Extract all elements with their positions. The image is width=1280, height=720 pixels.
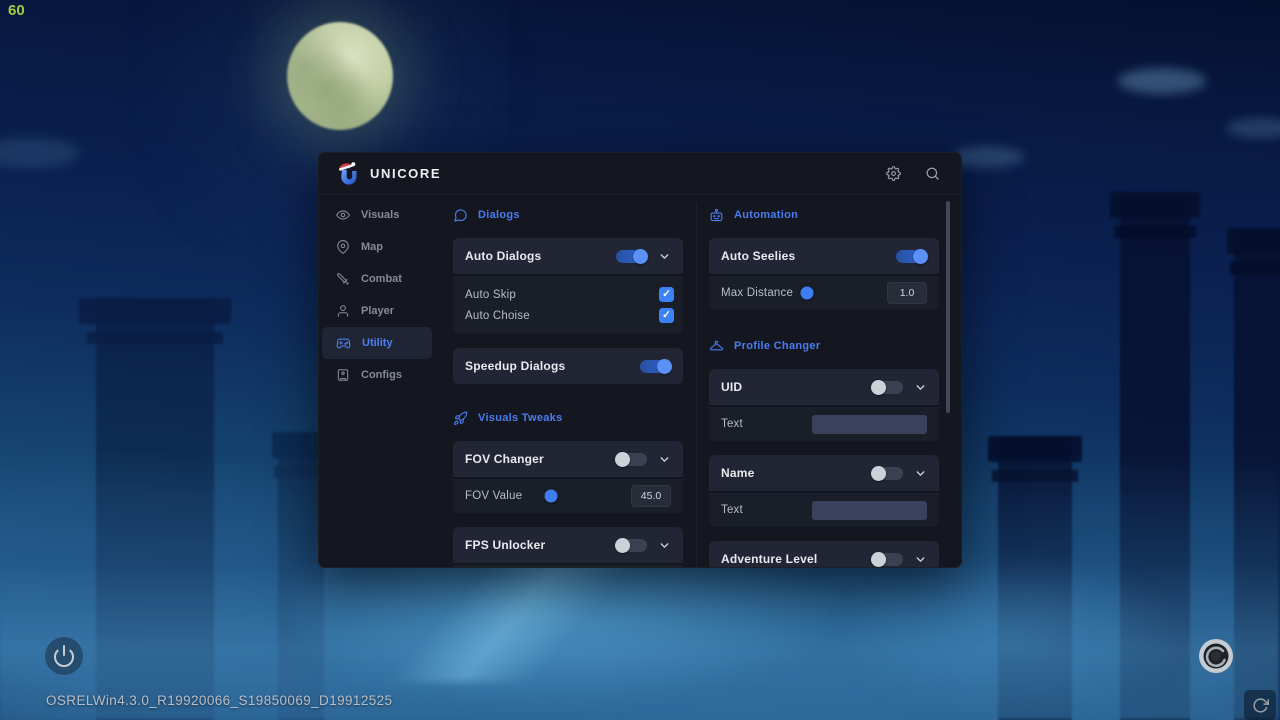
auto-choise-checkbox[interactable] <box>659 308 674 323</box>
sidebar-item-player[interactable]: Player <box>322 295 432 327</box>
chevron-down-icon[interactable] <box>658 539 671 552</box>
eye-icon <box>336 208 350 222</box>
auto-seelies-card: Auto Seelies Max Distance <box>709 238 939 310</box>
sidebar-item-label: Utility <box>362 337 393 349</box>
section-title: Profile Changer <box>734 340 820 352</box>
chevron-down-icon[interactable] <box>658 453 671 466</box>
gamepad-icon <box>336 336 351 351</box>
screen: 60 OSRELWin4.3.0_R19920066_S19850069_D19… <box>0 0 1280 720</box>
section-title: Visuals Tweaks <box>478 412 563 424</box>
auto-seelies-row: Auto Seelies <box>709 238 939 274</box>
max-distance-value-box[interactable]: 1.0 <box>887 282 927 304</box>
fps-unlocker-toggle[interactable] <box>616 539 647 552</box>
fps-counter: 60 <box>8 2 25 19</box>
power-button[interactable] <box>45 637 83 675</box>
build-version-text: OSRELWin4.3.0_R19920066_S19850069_D19912… <box>46 693 392 708</box>
settings-button[interactable] <box>880 161 906 187</box>
hanger-icon <box>709 339 724 354</box>
knob-icon <box>1196 636 1236 676</box>
chevron-down-icon[interactable] <box>914 381 927 394</box>
uid-toggle[interactable] <box>872 381 903 394</box>
unicore-window: UNICORE Visuals Map Combat <box>318 152 962 568</box>
sidebar-item-combat[interactable]: Combat <box>322 263 432 295</box>
search-button[interactable] <box>919 161 945 187</box>
section-automation: Automation <box>709 207 939 223</box>
fov-changer-card: FOV Changer FOV Value <box>453 441 683 513</box>
speedup-dialogs-toggle[interactable] <box>640 360 671 373</box>
adventure-level-toggle[interactable] <box>872 553 903 566</box>
name-card: Name Text <box>709 455 939 527</box>
section-title: Automation <box>734 209 798 221</box>
auto-skip-checkbox[interactable] <box>659 287 674 302</box>
section-dialogs: Dialogs <box>453 207 683 223</box>
adventure-level-card: Adventure Level <box>709 541 939 568</box>
sidebar-item-label: Map <box>361 241 383 253</box>
window-content: Dialogs Auto Dialogs Auto Skip <box>435 195 961 567</box>
camera-knob-button[interactable] <box>1196 636 1236 676</box>
right-column: Automation Auto Seelies Max Distance <box>709 207 939 568</box>
fov-value-box[interactable]: 45.0 <box>631 485 671 507</box>
configs-icon <box>336 368 350 382</box>
app-title: UNICORE <box>370 166 441 181</box>
sidebar-item-configs[interactable]: Configs <box>322 359 432 391</box>
name-toggle[interactable] <box>872 467 903 480</box>
auto-seelies-toggle[interactable] <box>896 250 927 263</box>
power-icon <box>52 644 76 668</box>
auto-dialogs-toggle[interactable] <box>616 250 647 263</box>
sidebar-item-map[interactable]: Map <box>322 231 432 263</box>
fov-changer-row: FOV Changer <box>453 441 683 477</box>
auto-skip-row: Auto Skip <box>453 284 683 305</box>
map-pin-icon <box>336 240 350 254</box>
speedup-dialogs-card: Speedup Dialogs <box>453 348 683 384</box>
search-icon <box>925 166 940 181</box>
reload-icon <box>1252 697 1269 714</box>
rocket-icon <box>453 411 468 426</box>
sidebar-item-visuals[interactable]: Visuals <box>322 199 432 231</box>
clipped-row <box>453 563 683 568</box>
adventure-level-row: Adventure Level <box>709 541 939 568</box>
max-distance-row: Max Distance 1.0 <box>709 274 939 310</box>
fps-unlocker-card: FPS Unlocker <box>453 527 683 568</box>
fps-unlocker-row: FPS Unlocker <box>453 527 683 563</box>
name-row: Name <box>709 455 939 491</box>
sidebar-item-label: Combat <box>361 273 402 285</box>
section-title: Dialogs <box>478 209 520 221</box>
left-column: Dialogs Auto Dialogs Auto Skip <box>453 207 683 568</box>
window-header: UNICORE <box>319 153 961 195</box>
sidebar-item-label: Visuals <box>361 209 399 221</box>
uid-text-input[interactable] <box>812 415 927 434</box>
slider-thumb[interactable] <box>545 490 558 503</box>
scrollbar[interactable] <box>946 201 950 413</box>
chevron-down-icon[interactable] <box>658 250 671 263</box>
name-text-row: Text <box>709 491 939 527</box>
auto-dialogs-card: Auto Dialogs Auto Skip Auto Choise <box>453 238 683 334</box>
section-visuals-tweaks: Visuals Tweaks <box>453 410 683 426</box>
auto-dialogs-row: Auto Dialogs <box>453 238 683 274</box>
unicore-santa-logo <box>336 161 360 187</box>
fov-changer-toggle[interactable] <box>616 453 647 466</box>
sidebar-item-label: Player <box>361 305 394 317</box>
uid-text-row: Text <box>709 405 939 441</box>
reload-button[interactable] <box>1244 690 1276 720</box>
person-icon <box>336 304 350 318</box>
speedup-dialogs-row: Speedup Dialogs <box>453 348 683 384</box>
chat-bubble-icon <box>453 208 468 223</box>
chevron-down-icon[interactable] <box>914 467 927 480</box>
auto-choise-row: Auto Choise <box>453 305 683 326</box>
robot-icon <box>709 208 724 223</box>
column-divider <box>696 203 697 567</box>
section-profile-changer: Profile Changer <box>709 338 939 354</box>
uid-row: UID <box>709 369 939 405</box>
sidebar-item-utility[interactable]: Utility <box>322 327 432 359</box>
slider-thumb[interactable] <box>801 287 814 300</box>
chevron-down-icon[interactable] <box>914 553 927 566</box>
sword-icon <box>336 272 350 286</box>
uid-card: UID Text <box>709 369 939 441</box>
fov-value-row: FOV Value 45.0 <box>453 477 683 513</box>
name-text-input[interactable] <box>812 501 927 520</box>
sidebar-item-label: Configs <box>361 369 402 381</box>
gear-icon <box>886 166 901 181</box>
sidebar: Visuals Map Combat Player Utility Config… <box>319 199 435 391</box>
